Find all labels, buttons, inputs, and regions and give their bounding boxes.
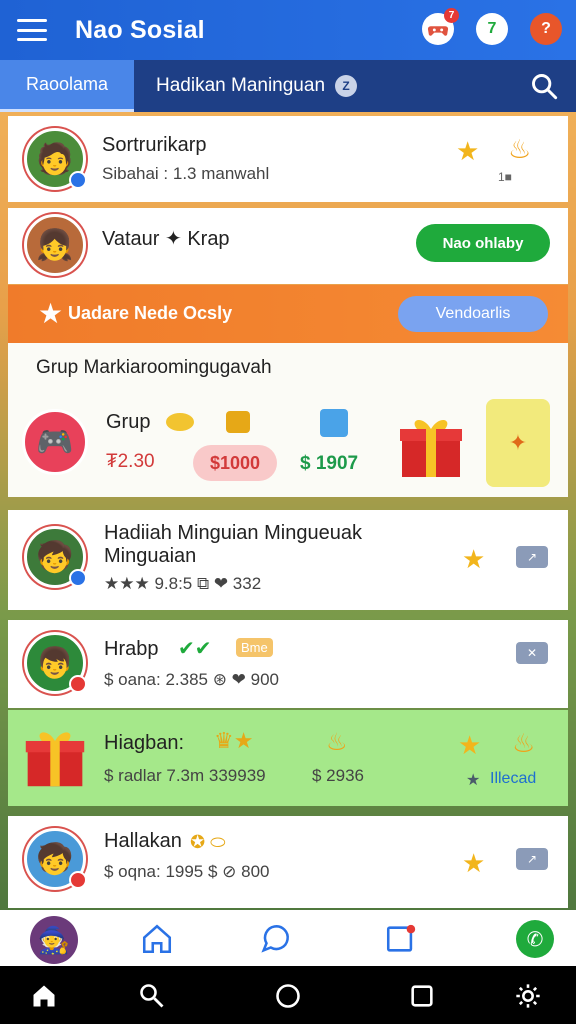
avatar: 👧 — [24, 214, 86, 276]
avatar: 🧒 — [24, 828, 87, 890]
list-item[interactable]: 🧑 Sortrurikarp Sibahai : 1.3 manwahl ★ ♨… — [8, 116, 568, 202]
promo-text: Uadare Nede Ocsly — [68, 303, 233, 323]
bottom-navigation: 🧙 ✆ — [0, 910, 576, 966]
notifications-icon[interactable] — [384, 922, 418, 956]
item-title: Sortrurikarp — [102, 134, 207, 156]
top-app-bar: Nao Sosial 7 7 ? — [0, 0, 576, 60]
item-title: Hrabp — [104, 638, 159, 660]
flame-icon: ♨ — [326, 729, 348, 756]
profile-avatar[interactable]: 🧙 — [30, 916, 78, 964]
list-item[interactable]: 🧒 Hadiiah Minguian Mingueuak Minguaian ★… — [8, 510, 568, 610]
home-icon[interactable] — [30, 982, 58, 1010]
star-icon: ★ — [466, 772, 481, 789]
promo-button[interactable]: Vendoarlis — [398, 296, 548, 332]
expand-icon[interactable]: ✕ — [516, 642, 548, 664]
list-item[interactable]: 🧒 Hallakan ✪ ⬭ $ oqna: 1995 $ ⊘ 800 ★ ↗ — [8, 816, 568, 908]
item-title: Hadiiah Minguian Mingueuak Minguaian — [104, 522, 362, 567]
check-icon: ✔✔ — [178, 638, 212, 660]
item-subtitle: $ radlar 7.3m 339939 — [104, 766, 266, 785]
status-icon[interactable]: 7 — [476, 13, 508, 45]
tag-badge: Bme — [236, 638, 273, 657]
circle-home-icon[interactable] — [274, 982, 302, 1010]
item-amount: $ 2936 — [312, 766, 364, 785]
item-subtitle: $ oana: 2.385 ⊛ ❤ 900 — [104, 670, 280, 689]
system-navigation-bar — [0, 966, 576, 1024]
star-icon: ★ — [38, 298, 64, 329]
item-subtitle: ★★★ 9.8:5 ⧉ ❤ 332 — [104, 574, 262, 593]
item-subtitle: $ oqna: 1995 $ ⊘ 800 — [104, 862, 270, 881]
top-icons: 7 7 ? — [422, 8, 562, 45]
avatar: 🧒 — [24, 526, 87, 588]
notification-icon[interactable]: ? — [530, 13, 562, 45]
avatar: 👦 — [24, 632, 87, 694]
search-icon[interactable] — [530, 72, 558, 100]
star-icon[interactable]: ★ — [458, 730, 481, 761]
list-item[interactable]: 👧 Vataur ✦ Krap Nao ohlaby — [8, 208, 568, 284]
chat-icon[interactable] — [258, 922, 292, 956]
flame-icon[interactable]: ♨ — [512, 728, 535, 759]
group-avatar: 🎮 — [22, 409, 88, 475]
group-card: Grup Markiaroomingugavah 🎮 Grup ₮2.30 $1… — [8, 343, 568, 497]
item-subtitle: Sibahai : 1.3 manwahl — [102, 164, 270, 183]
whatsapp-icon[interactable]: ✆ — [516, 920, 554, 958]
list-item[interactable]: Hiagban: ♛★ ♨ $ radlar 7.3m 339939 $ 293… — [8, 710, 568, 806]
green-action-button[interactable]: Nao ohlaby — [416, 224, 550, 262]
item-title: Hiagban: — [104, 732, 185, 754]
settings-icon[interactable] — [514, 982, 542, 1010]
recents-icon[interactable] — [408, 982, 436, 1010]
flame-icon[interactable]: ♨ — [508, 134, 531, 165]
star-icon[interactable]: ★ — [456, 136, 479, 167]
group-price-red: ₮2.30 — [106, 451, 155, 472]
game-controller-icon[interactable]: 7 — [422, 8, 459, 45]
gold-icon — [226, 411, 250, 433]
item-title: Vataur ✦ Krap — [102, 228, 230, 250]
tab-raoolama[interactable]: Raoolama — [0, 60, 134, 112]
tab-hadikan-maninguan[interactable]: Hadikan Maninguan Z — [156, 75, 358, 97]
star-icon[interactable]: ★ — [462, 848, 485, 879]
tab-bar: Raoolama Hadikan Maninguan Z — [0, 60, 576, 112]
group-price-green: $ 1907 — [300, 453, 359, 474]
coin-icon: ✪ ⬭ — [190, 832, 226, 852]
promo-banner: ★ Uadare Nede Ocsly Vendoarlis — [8, 285, 568, 343]
item-title: Hallakan — [104, 830, 182, 852]
item-link[interactable]: Illecad — [490, 770, 536, 788]
menu-icon[interactable] — [17, 19, 47, 41]
yellow-tile[interactable]: ✦ — [486, 399, 550, 487]
star-icon[interactable]: ★ — [462, 544, 485, 575]
search-icon[interactable] — [138, 982, 166, 1010]
app-title: Nao Sosial — [75, 15, 205, 44]
gift-icon[interactable] — [396, 411, 466, 481]
crown-icon: ♛★ — [214, 728, 254, 753]
chart-icon[interactable]: ↗ — [516, 848, 548, 870]
item-count: 1■ — [498, 170, 512, 184]
coin-icon — [166, 413, 194, 431]
notification-badge: 7 — [444, 8, 459, 23]
price-badge[interactable]: $1000 — [193, 445, 277, 481]
cube-icon — [320, 409, 348, 437]
tab-label: Hadikan Maninguan — [156, 75, 326, 96]
group-heading: Grup Markiaroomingugavah — [36, 357, 272, 378]
home-icon[interactable] — [140, 922, 174, 956]
gift-icon — [22, 724, 88, 790]
list-item[interactable]: 👦 Hrabp Bme ✔✔ $ oana: 2.385 ⊛ ❤ 900 ✕ — [8, 620, 568, 708]
tab-badge: Z — [335, 75, 358, 97]
trend-icon[interactable]: ↗ — [516, 546, 548, 568]
avatar: 🧑 — [24, 128, 87, 190]
group-title: Grup — [106, 411, 151, 433]
